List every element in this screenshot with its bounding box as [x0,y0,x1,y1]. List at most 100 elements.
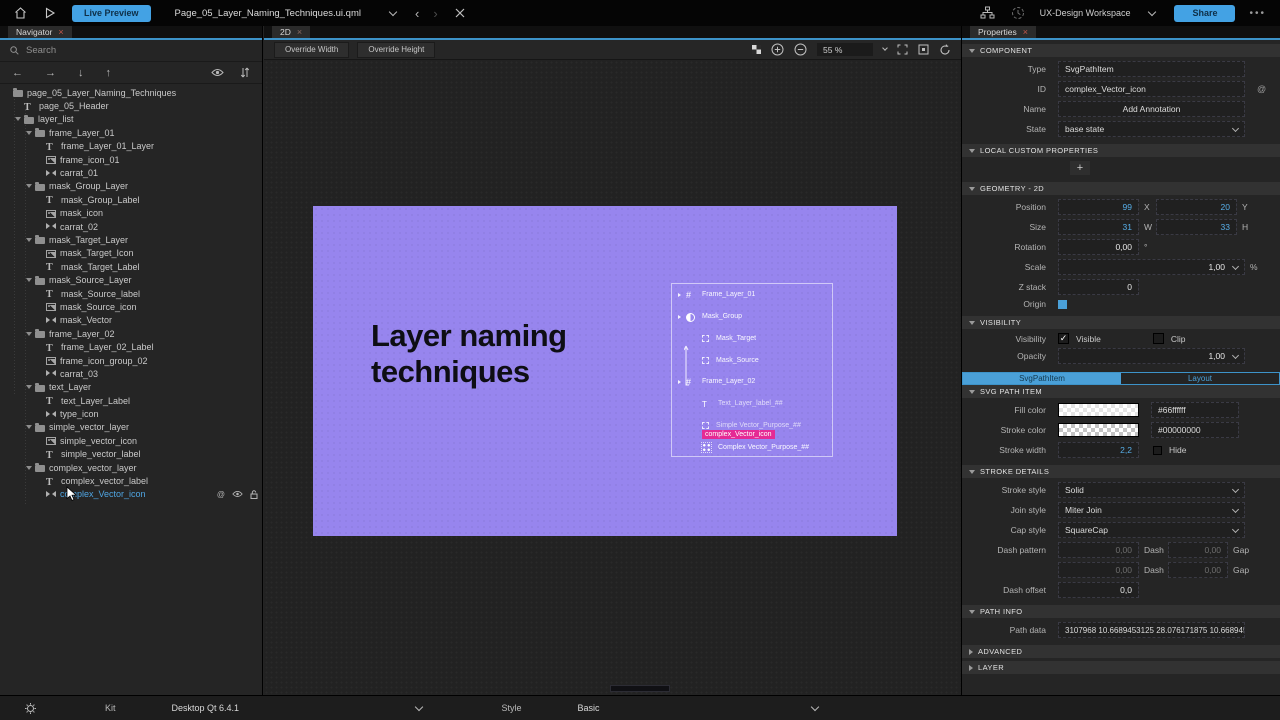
slide-layer-row[interactable]: Mask_Target [672,328,832,350]
2d-view-tab[interactable]: 2D × [272,26,310,38]
navigator-search-input[interactable]: Search [0,40,262,62]
position-y-field[interactable]: 20 [1156,199,1237,215]
local-custom-properties-header[interactable]: LOCAL CUSTOM PROPERTIES [962,144,1280,157]
override-height-button[interactable]: Override Height [357,42,435,58]
component-section-header[interactable]: COMPONENT [962,44,1280,57]
annotation-icon[interactable]: @ [217,490,225,499]
more-menu-button[interactable]: ••• [1249,8,1266,19]
stroke-color-swatch[interactable] [1058,423,1139,437]
zoom-out-icon[interactable] [794,43,807,56]
zoom-in-icon[interactable] [771,43,784,56]
tree-row[interactable]: type_icon [0,407,262,420]
add-annotation-button[interactable]: Add Annotation [1058,101,1245,117]
dash-offset-field[interactable]: 0,0 [1058,582,1139,598]
tree-row[interactable]: carrat_02 [0,220,262,233]
file-dropdown-chevron-icon[interactable] [385,5,401,21]
tree-row[interactable]: frame_Layer_02_Label [0,340,262,353]
tree-row[interactable]: text_Layer [0,381,262,394]
id-field[interactable]: complex_Vector_icon [1058,81,1245,97]
properties-tab-close-icon[interactable]: × [1023,28,1028,37]
size-h-field[interactable]: 33 [1156,219,1237,235]
show-hidden-eye-icon[interactable] [211,68,224,77]
gear-icon[interactable] [24,702,37,715]
workspace-selector-label[interactable]: UX-Design Workspace [1040,8,1131,18]
clip-checkbox[interactable] [1153,333,1164,344]
gap1-field[interactable]: 0,00 [1168,542,1228,558]
move-up-button[interactable]: ↑ [106,67,112,79]
tree-row[interactable]: simple_vector_icon [0,434,262,447]
annotation-icon[interactable]: @ [1257,84,1266,94]
fit-to-screen-icon[interactable] [897,44,908,55]
type-field[interactable]: SvgPathItem [1058,61,1245,77]
cap-style-dropdown[interactable]: SquareCap [1058,522,1245,538]
canvas-viewport[interactable]: Layer naming techniques Frame_Layer_01Ma… [264,60,961,694]
tree-row[interactable]: frame_Layer_01 [0,126,262,139]
origin-selector[interactable] [1058,300,1067,309]
path-info-header[interactable]: PATH INFO [962,605,1280,618]
fill-color-swatch[interactable] [1058,403,1139,417]
stroke-width-field[interactable]: 2,2 [1058,442,1139,458]
path-data-field[interactable]: 3107968 10.6689453125 28.076171875 10.66… [1058,622,1245,638]
zstack-field[interactable]: 0 [1058,279,1139,295]
rotation-field[interactable]: 0,00 [1058,239,1139,255]
tree-row[interactable]: complex_Vector_icon@ [0,488,262,501]
dash1-field[interactable]: 0,00 [1058,542,1139,558]
opacity-dropdown[interactable]: 1,00 [1058,348,1245,364]
node-graph-icon[interactable] [980,5,996,21]
artboard[interactable]: Layer naming techniques Frame_Layer_01Ma… [313,206,897,536]
slide-layer-row[interactable]: complex_Vector_iconComplex Vector_Purpos… [672,436,832,458]
tree-row[interactable]: simple_vector_label [0,448,262,461]
tree-row[interactable]: complex_vector_layer [0,461,262,474]
zoom-selection-icon[interactable] [918,44,929,55]
stroke-style-dropdown[interactable]: Solid [1058,482,1245,498]
tree-row[interactable]: mask_Target_Label [0,260,262,273]
fill-color-hex-field[interactable]: #66ffffff [1151,402,1239,418]
position-x-field[interactable]: 99 [1058,199,1139,215]
tree-row[interactable]: carrat_01 [0,166,262,179]
gap2-field[interactable]: 0,00 [1168,562,1228,578]
layer-section-header[interactable]: LAYER [962,661,1280,674]
home-icon[interactable] [12,5,28,21]
open-file-tab[interactable]: Page_05_Layer_Naming_Techniques.ui.qml [165,8,371,19]
horizontal-scrollbar[interactable] [611,686,669,691]
tree-row[interactable]: page_05_Layer_Naming_Techniques [0,86,262,99]
move-left-button[interactable]: ← [12,67,23,79]
tree-row[interactable]: frame_Layer_02 [0,327,262,340]
slide-layer-row[interactable]: Text_Layer_label_## [672,393,832,415]
reset-view-icon[interactable] [939,44,951,56]
lock-icon[interactable] [250,490,258,499]
tree-row[interactable]: mask_Target_Icon [0,247,262,260]
geometry-section-header[interactable]: GEOMETRY - 2D [962,182,1280,195]
slide-layer-row[interactable]: Mask_Source [672,349,832,371]
slide-layer-row[interactable]: Frame_Layer_02 [672,371,832,393]
zoom-dropdown-chevron-icon[interactable] [882,45,888,51]
2d-tab-close-icon[interactable]: × [297,28,302,37]
size-w-field[interactable]: 31 [1058,219,1139,235]
workspace-chevron-icon[interactable] [1144,5,1160,21]
properties-tab[interactable]: Properties × [970,26,1036,38]
move-down-button[interactable]: ↓ [78,67,84,79]
forward-button[interactable]: › [433,6,437,21]
tree-row[interactable]: carrat_03 [0,367,262,380]
kit-dropdown[interactable]: Desktop Qt 6.4.1 [172,703,422,713]
tree-row[interactable]: text_Layer_Label [0,394,262,407]
tree-row[interactable]: mask_Source_label [0,287,262,300]
sync-status-icon[interactable] [1010,5,1026,21]
scale-dropdown[interactable]: 1,00 [1058,259,1245,275]
tree-row[interactable]: mask_Group_Layer [0,180,262,193]
tree-row[interactable]: mask_Source_Layer [0,273,262,286]
slide-layer-row[interactable]: Mask_Group [672,306,832,328]
live-preview-button[interactable]: Live Preview [72,5,151,22]
zoom-level-field[interactable]: 55 % [817,43,873,56]
back-button[interactable]: ‹ [415,6,419,21]
tree-row[interactable]: mask_Group_Label [0,193,262,206]
slide-layer-row[interactable]: Frame_Layer_01 [672,284,832,306]
navigator-tab[interactable]: Navigator × [8,26,72,38]
override-width-button[interactable]: Override Width [274,42,349,58]
dash2-field[interactable]: 0,00 [1058,562,1139,578]
run-project-icon[interactable] [42,5,58,21]
tree-row[interactable]: layer_list [0,113,262,126]
reverse-order-icon[interactable] [240,67,250,78]
hide-checkbox[interactable] [1153,446,1162,455]
move-right-button[interactable]: → [45,67,56,79]
